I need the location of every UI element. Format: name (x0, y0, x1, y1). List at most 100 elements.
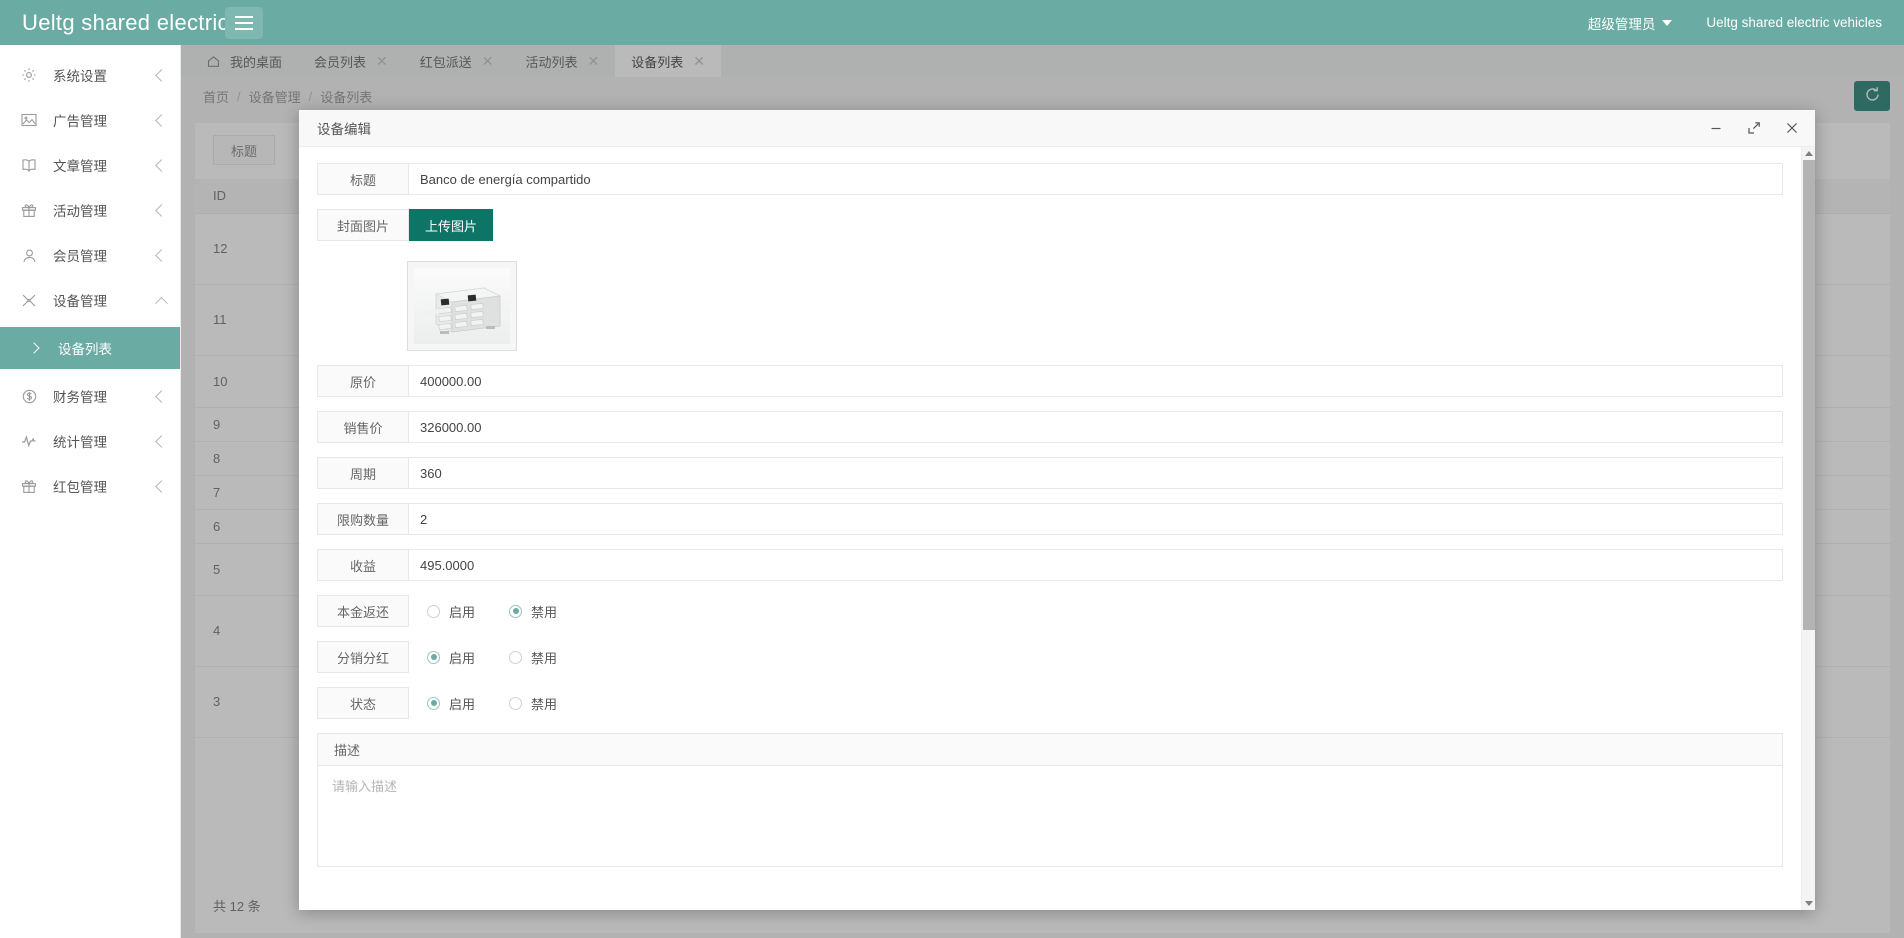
gear-icon (19, 65, 39, 85)
close-icon[interactable] (1783, 119, 1801, 137)
sidebar-item-label: 设备管理 (53, 294, 107, 309)
radio-dot (509, 696, 523, 710)
sidebar-item-label: 红包管理 (53, 480, 107, 495)
field-profit: 收益 495.0000 (317, 549, 1783, 581)
chevron-left-icon (155, 68, 168, 82)
radio-label: 启用 (449, 696, 476, 712)
sidebar-item-label: 文章管理 (53, 159, 107, 174)
book-icon (19, 155, 39, 175)
device-icon (19, 290, 39, 310)
chevron-left-icon (155, 389, 168, 403)
modal-body: 标题 Banco de energía compartido 封面图片 上传图片 (299, 147, 1815, 910)
field-label: 分销分红 (317, 641, 409, 673)
field-label: 原价 (317, 365, 409, 397)
radio-option-enable[interactable]: 启用 (427, 602, 475, 621)
sidebar-item-device-list[interactable]: 设备列表 (0, 327, 180, 369)
description-textarea[interactable]: 请输入描述 (318, 766, 1782, 866)
cycle-input[interactable]: 360 (409, 457, 1783, 489)
scroll-up-button[interactable] (1802, 147, 1815, 160)
radio-option-disable[interactable]: 禁用 (509, 694, 557, 713)
radio-dot (427, 604, 440, 618)
field-label: 收益 (317, 549, 409, 581)
field-title: 标题 Banco de energía compartido (317, 163, 1783, 195)
sidebar-item-article-management[interactable]: 文章管理 (0, 147, 180, 183)
radio-option-enable[interactable]: 启用 (427, 694, 475, 713)
chevron-left-icon (155, 479, 168, 493)
chevron-left-icon (155, 434, 168, 448)
field-label: 标题 (317, 163, 409, 195)
field-sale-price: 销售价 326000.00 (317, 411, 1783, 443)
sidebar-item-activity-management[interactable]: 活动管理 (0, 192, 180, 228)
radio-option-disable[interactable]: 禁用 (509, 602, 557, 621)
hamburger-line (235, 15, 253, 18)
brand-title: Ueltg shared electric (22, 9, 229, 35)
field-label: 限购数量 (317, 503, 409, 535)
sidebar-item-ad-management[interactable]: 广告管理 (0, 102, 180, 138)
chevron-left-icon (155, 203, 168, 217)
cover-thumbnail-wrap (317, 247, 1783, 365)
modal-header[interactable]: 设备编辑 (299, 110, 1815, 147)
sidebar-item-finance-management[interactable]: 财务管理 (0, 378, 180, 414)
scrollbar-thumb[interactable] (1803, 160, 1815, 630)
radio-dot-selected (427, 696, 440, 710)
admin-menu[interactable]: 超级管理员 (1588, 13, 1673, 33)
field-label: 状态 (317, 687, 409, 719)
gift-icon (19, 200, 39, 220)
chevron-down-icon (155, 296, 168, 310)
field-label: 销售价 (317, 411, 409, 443)
top-bar: Ueltg shared electric 超级管理员 Ueltg shared… (0, 0, 1904, 45)
sidebar-item-label: 系统设置 (53, 69, 107, 84)
sidebar-item-statistics-management[interactable]: 统计管理 (0, 423, 180, 459)
hamburger-icon[interactable] (225, 6, 263, 39)
sale-price-input[interactable]: 326000.00 (409, 411, 1783, 443)
original-price-input[interactable]: 400000.00 (409, 365, 1783, 397)
dollar-icon (19, 386, 39, 406)
sidebar-item-label: 会员管理 (53, 249, 107, 264)
sidebar-item-device-management[interactable]: 设备管理 (0, 282, 180, 318)
app-root: Ueltg shared electric 超级管理员 Ueltg shared… (0, 0, 1904, 938)
sidebar-item-member-management[interactable]: 会员管理 (0, 237, 180, 273)
radio-option-enable[interactable]: 启用 (427, 648, 475, 667)
field-distribution-dividend: 分销分红 启用 禁用 (317, 641, 1783, 673)
field-description: 描述 请输入描述 (317, 733, 1783, 867)
radio-label: 禁用 (531, 604, 558, 620)
hamburger-line (235, 21, 253, 24)
profit-input[interactable]: 495.0000 (409, 549, 1783, 581)
power-bank-station-image (414, 268, 510, 344)
description-label: 描述 (318, 734, 1782, 766)
hamburger-line (235, 27, 253, 30)
field-status: 状态 启用 禁用 (317, 687, 1783, 719)
chevron-left-icon (155, 113, 168, 127)
modal-scrollbar[interactable] (1801, 147, 1815, 910)
sidebar-item-system-settings[interactable]: 系统设置 (0, 57, 180, 93)
radio-option-disable[interactable]: 禁用 (509, 648, 557, 667)
field-limit-qty: 限购数量 2 (317, 503, 1783, 535)
top-bar-right: 超级管理员 Ueltg shared electric vehicles (1588, 13, 1904, 33)
title-input[interactable]: Banco de energía compartido (409, 163, 1783, 195)
radio-label: 禁用 (531, 650, 558, 666)
field-cycle: 周期 360 (317, 457, 1783, 489)
sidebar-subitem-label: 设备列表 (58, 342, 112, 357)
radio-label: 启用 (449, 604, 476, 620)
cover-thumbnail[interactable] (407, 261, 517, 351)
field-principal-return: 本金返还 启用 禁用 (317, 595, 1783, 627)
chevron-right-icon (28, 342, 40, 354)
limit-qty-input[interactable]: 2 (409, 503, 1783, 535)
sidebar-item-label: 统计管理 (53, 435, 107, 450)
triangle-down-icon (1804, 901, 1813, 906)
scroll-down-button[interactable] (1802, 897, 1815, 910)
upload-image-button[interactable]: 上传图片 (409, 209, 494, 241)
sidebar-item-redpacket-management[interactable]: 红包管理 (0, 468, 180, 504)
redpacket-icon (19, 476, 39, 496)
modal-title: 设备编辑 (317, 122, 371, 137)
field-label: 周期 (317, 457, 409, 489)
image-icon (19, 110, 39, 130)
pulse-icon (19, 431, 39, 451)
minimize-icon[interactable] (1707, 119, 1725, 137)
chevron-left-icon (155, 248, 168, 262)
sidebar-item-label: 广告管理 (53, 114, 107, 129)
maximize-icon[interactable] (1745, 119, 1763, 137)
field-label: 封面图片 (317, 209, 409, 241)
triangle-up-icon (1804, 151, 1813, 156)
admin-label: 超级管理员 (1587, 16, 1656, 32)
